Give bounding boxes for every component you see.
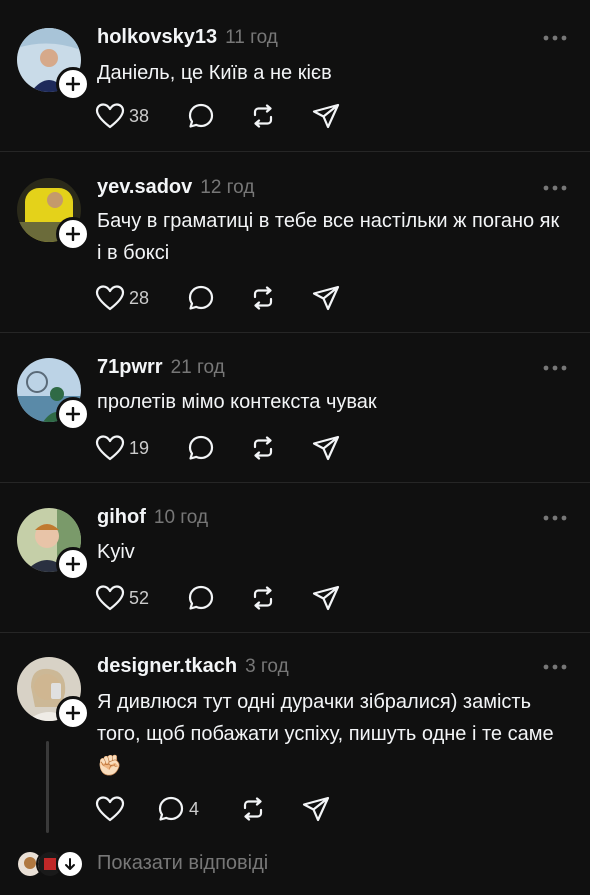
reply-icon (188, 285, 214, 310)
like-button[interactable] (95, 794, 157, 824)
share-icon (312, 285, 340, 311)
timestamp: 12 год (200, 177, 255, 198)
like-count: 19 (129, 437, 150, 458)
username[interactable]: gihof (97, 506, 146, 529)
comment-text: Даніель, це Київ а не кієв (97, 62, 332, 84)
repost-icon (253, 104, 273, 128)
follow-plus-icon (66, 407, 80, 421)
reply-button[interactable] (187, 583, 249, 613)
more-icon[interactable] (542, 184, 568, 192)
username[interactable]: designer.tkach (97, 655, 237, 678)
like-button[interactable]: 38 (95, 101, 187, 131)
share-icon (312, 585, 340, 611)
share-button[interactable] (311, 433, 341, 463)
follow-button[interactable] (56, 547, 90, 581)
like-count: 38 (129, 105, 150, 126)
timestamp: 21 год (170, 357, 225, 378)
heart-icon (95, 103, 125, 129)
timestamp: 10 год (153, 507, 209, 528)
like-count: 52 (129, 587, 150, 608)
share-icon (312, 103, 340, 129)
heart-icon (95, 285, 125, 311)
follow-plus-icon (66, 706, 80, 720)
username[interactable]: 71pwrr (97, 356, 163, 379)
follow-button[interactable] (56, 397, 90, 431)
reply-count: 4 (189, 798, 200, 819)
like-button[interactable]: 52 (95, 583, 187, 613)
follow-plus-icon (66, 227, 80, 241)
follow-plus-icon (66, 77, 80, 91)
share-icon (302, 796, 330, 822)
repost-button[interactable] (249, 283, 311, 313)
comment-text: Бачу в граматиці в тебе все настільки ж … (97, 210, 560, 264)
reply-button[interactable] (187, 101, 249, 131)
divider (0, 151, 590, 152)
reply-icon (158, 796, 184, 821)
username[interactable]: holkovsky13 (97, 26, 217, 49)
divider (0, 482, 590, 483)
follow-plus-icon (66, 557, 80, 571)
more-icon[interactable] (542, 34, 568, 42)
chevron-down-icon (56, 850, 84, 878)
divider (0, 332, 590, 333)
username[interactable]: yev.sadov (97, 176, 192, 199)
comment-text: пролетів мімо контекста чувак (97, 391, 377, 413)
share-button[interactable] (301, 794, 331, 824)
repost-button[interactable] (249, 433, 311, 463)
repost-button[interactable] (249, 583, 311, 613)
like-button[interactable]: 28 (95, 283, 187, 313)
repost-icon (253, 586, 273, 610)
reply-icon (188, 585, 214, 610)
share-button[interactable] (311, 583, 341, 613)
divider (0, 632, 590, 633)
share-button[interactable] (311, 283, 341, 313)
repost-button[interactable] (239, 794, 301, 824)
more-icon[interactable] (542, 663, 568, 671)
heart-icon (95, 585, 125, 611)
follow-button[interactable] (56, 696, 90, 730)
repost-icon (253, 436, 273, 460)
reply-icon (188, 103, 214, 128)
repost-icon (253, 286, 273, 310)
reply-button[interactable] (187, 283, 249, 313)
reply-avatars[interactable] (16, 849, 84, 879)
like-count: 28 (129, 287, 150, 308)
timestamp: 11 год (225, 27, 278, 48)
repost-button[interactable] (249, 101, 311, 131)
thread-line (46, 741, 49, 833)
share-button[interactable] (311, 101, 341, 131)
share-icon (312, 435, 340, 461)
follow-button[interactable] (56, 67, 90, 101)
timestamp: 3 год (245, 656, 289, 677)
follow-button[interactable] (56, 217, 90, 251)
show-replies-link[interactable]: Показати відповіді (97, 852, 268, 875)
more-icon[interactable] (542, 364, 568, 372)
more-icon[interactable] (542, 514, 568, 522)
repost-icon (243, 797, 263, 821)
comment-text: Я дивлюся тут одні дурачки зібралися) за… (97, 691, 554, 777)
heart-icon (95, 796, 125, 822)
heart-icon (95, 435, 125, 461)
like-button[interactable]: 19 (95, 433, 187, 463)
reply-icon (188, 435, 214, 460)
reply-button[interactable] (187, 433, 249, 463)
comment-text: Kyiv (97, 541, 135, 563)
reply-button[interactable]: 4 (157, 794, 239, 824)
